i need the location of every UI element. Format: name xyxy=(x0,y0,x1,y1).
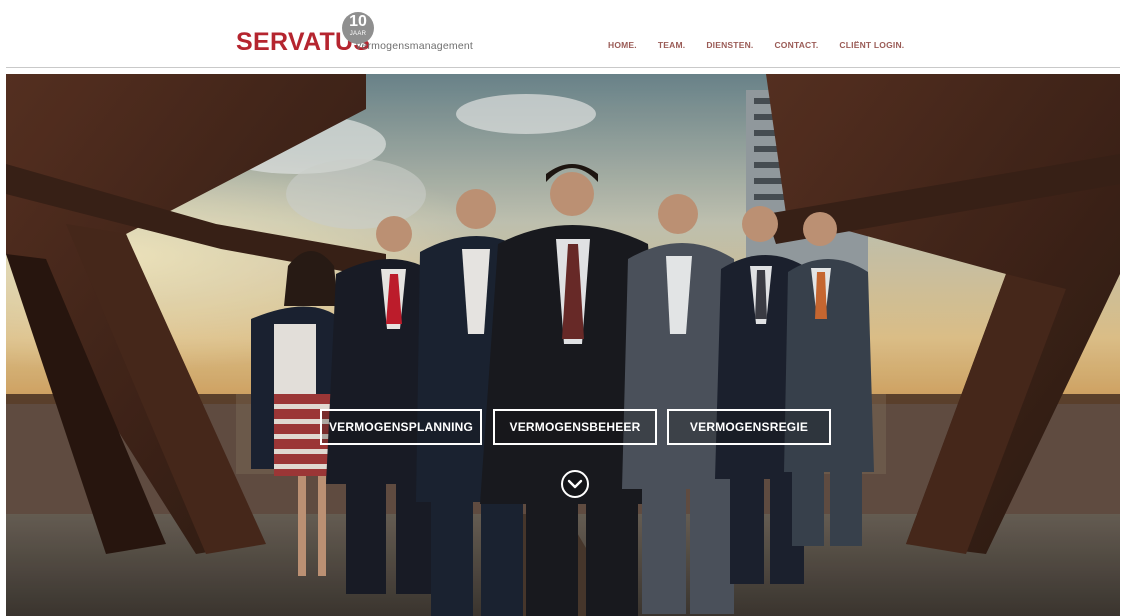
nav-diensten[interactable]: DIENSTEN. xyxy=(706,40,753,50)
nav-contact[interactable]: CONTACT. xyxy=(774,40,818,50)
scroll-down-button[interactable] xyxy=(561,470,589,498)
nav-home[interactable]: HOME. xyxy=(608,40,637,50)
chevron-down-icon xyxy=(563,472,587,496)
badge-number: 10 xyxy=(349,13,367,30)
service-vermogensbeheer-button[interactable]: VERMOGENSBEHEER xyxy=(493,409,657,445)
service-vermogensregie-button[interactable]: VERMOGENSREGIE xyxy=(667,409,831,445)
service-vermogensplanning-button[interactable]: VERMOGENSPLANNING xyxy=(320,409,482,445)
nav-team[interactable]: TEAM. xyxy=(658,40,685,50)
hero-banner: VERMOGENSPLANNING VERMOGENSBEHEER VERMOG… xyxy=(6,74,1120,616)
nav-client-login[interactable]: CLIËNT LOGIN. xyxy=(839,40,904,50)
header-divider xyxy=(6,67,1120,68)
badge-label: JAAR xyxy=(349,31,367,37)
main-navigation: HOME. TEAM. DIENSTEN. CONTACT. CLIËNT LO… xyxy=(608,40,925,50)
team-photo-image xyxy=(6,74,1120,616)
servatus-logo[interactable]: SERVATUS 10 JAAR vermogensmanagement xyxy=(236,12,476,58)
site-header: SERVATUS 10 JAAR vermogensmanagement HOM… xyxy=(0,0,1126,68)
logo-tagline: vermogensmanagement xyxy=(356,40,474,52)
